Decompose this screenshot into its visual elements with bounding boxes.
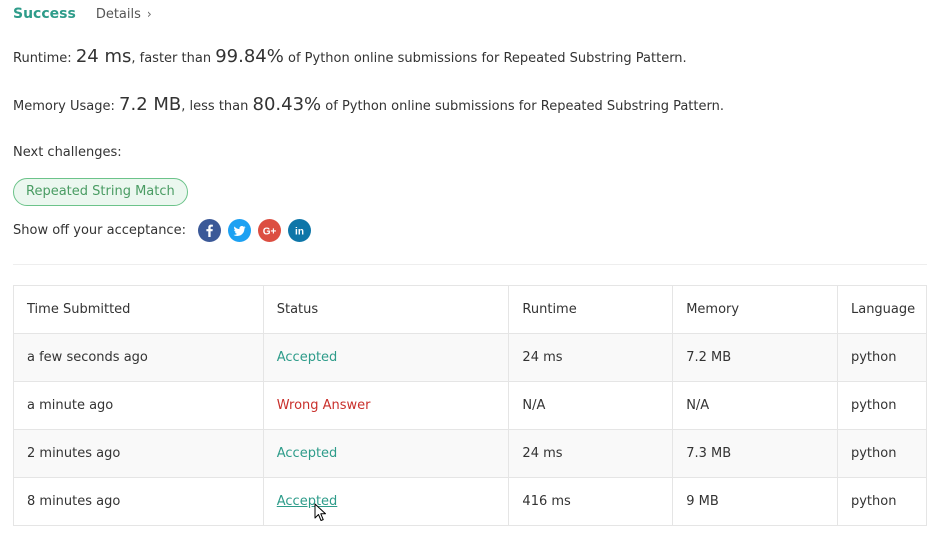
memory-suffix: of Python online submissions for Repeate… xyxy=(325,99,724,114)
memory-middle: , less than xyxy=(181,99,249,114)
linkedin-icon[interactable]: in xyxy=(288,219,311,242)
cell-time: a minute ago xyxy=(13,381,264,430)
challenge-pill[interactable]: Repeated String Match xyxy=(13,178,188,206)
cell-time: 2 minutes ago xyxy=(13,429,264,478)
cell-time: 8 minutes ago xyxy=(13,477,264,526)
chevron-right-icon: › xyxy=(146,7,152,21)
runtime-percent: 99.84% xyxy=(215,46,284,67)
cell-runtime: 24 ms xyxy=(508,429,674,478)
cell-memory: N/A xyxy=(672,381,838,430)
table-row: a few seconds ago Accepted 24 ms 7.2 MB … xyxy=(13,333,928,382)
table-row: a minute ago Wrong Answer N/A N/A python xyxy=(13,381,928,430)
column-header-status: Status xyxy=(262,285,510,334)
divider xyxy=(13,264,927,265)
runtime-value: 24 ms xyxy=(75,46,132,67)
svg-text:in: in xyxy=(295,227,304,238)
column-header-memory: Memory xyxy=(672,285,838,334)
cell-language: python xyxy=(836,381,928,430)
column-header-runtime: Runtime xyxy=(508,285,674,334)
runtime-suffix: of Python online submissions for Repeate… xyxy=(288,51,687,66)
cell-language: python xyxy=(836,333,928,382)
memory-label: Memory Usage: xyxy=(13,99,115,114)
result-header: Success Details › xyxy=(13,6,152,22)
cell-time: a few seconds ago xyxy=(13,333,264,382)
table-row: 8 minutes ago Accepted 416 ms 9 MB pytho… xyxy=(13,477,928,526)
cell-runtime: 416 ms xyxy=(508,477,674,526)
submissions-table: Time Submitted Status Runtime Memory Lan… xyxy=(13,285,928,526)
column-header-time: Time Submitted xyxy=(13,285,264,334)
details-link[interactable]: Details › xyxy=(96,7,152,22)
runtime-line: Runtime: 24 ms, faster than 99.84% of Py… xyxy=(13,46,687,67)
next-challenges-label: Next challenges: xyxy=(13,145,122,160)
cell-language: python xyxy=(836,477,928,526)
twitter-icon[interactable] xyxy=(228,219,251,242)
runtime-label: Runtime: xyxy=(13,51,72,66)
facebook-icon[interactable] xyxy=(198,219,221,242)
table-row: 2 minutes ago Accepted 24 ms 7.3 MB pyth… xyxy=(13,429,928,478)
status-link-accepted[interactable]: Accepted xyxy=(277,350,338,365)
memory-percent: 80.43% xyxy=(252,94,322,115)
cell-language: python xyxy=(836,429,928,478)
status-link-wrong-answer[interactable]: Wrong Answer xyxy=(277,398,371,413)
status-link-accepted[interactable]: Accepted xyxy=(277,494,338,509)
status-link-accepted[interactable]: Accepted xyxy=(277,446,338,461)
table-header-row: Time Submitted Status Runtime Memory Lan… xyxy=(13,285,928,334)
svg-text:G+: G+ xyxy=(263,227,277,238)
share-label: Show off your acceptance: xyxy=(13,223,186,238)
details-label: Details xyxy=(95,7,141,22)
runtime-middle: , faster than xyxy=(131,51,212,66)
cell-memory: 9 MB xyxy=(672,477,838,526)
memory-value: 7.2 MB xyxy=(119,94,182,115)
column-header-language: Language xyxy=(836,285,928,334)
cell-memory: 7.3 MB xyxy=(672,429,838,478)
memory-line: Memory Usage: 7.2 MB, less than 80.43% o… xyxy=(13,94,724,115)
cell-memory: 7.2 MB xyxy=(672,333,838,382)
cell-runtime: N/A xyxy=(508,381,674,430)
google-plus-icon[interactable]: G+ xyxy=(258,219,281,242)
cell-runtime: 24 ms xyxy=(508,333,674,382)
status-title: Success xyxy=(13,6,76,22)
